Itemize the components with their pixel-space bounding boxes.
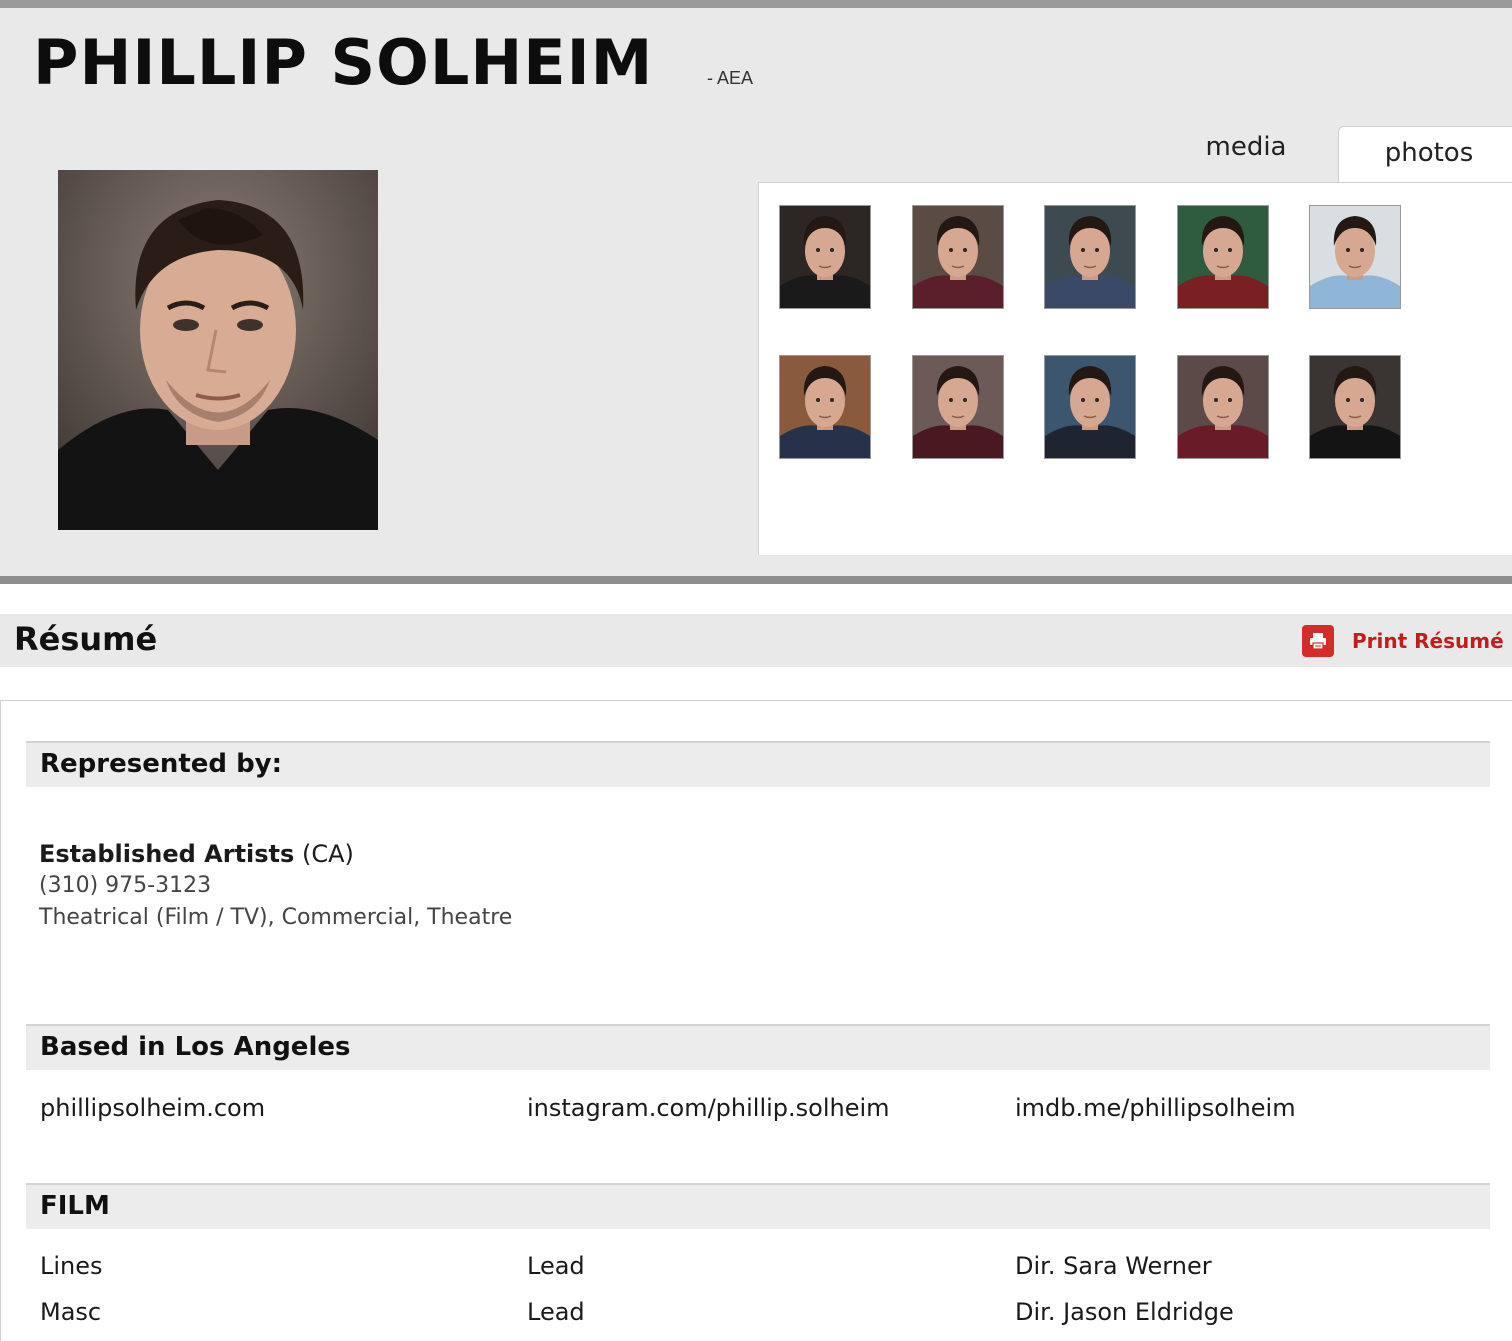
print-resume-label: Print Résumé [1352, 629, 1504, 653]
agency-region: (CA) [301, 840, 354, 868]
photo-thumbnail[interactable] [779, 205, 871, 309]
film-title: Lines [40, 1252, 103, 1280]
film-role: Lead [527, 1252, 585, 1280]
photo-thumbnail[interactable] [1309, 205, 1401, 309]
top-border [0, 0, 1512, 8]
print-resume-button[interactable]: Print Résumé [1302, 624, 1504, 658]
resume-bar [0, 614, 1512, 667]
printer-icon [1302, 625, 1334, 657]
agency-phone[interactable]: (310) 975-3123 [39, 873, 211, 898]
tab-media[interactable]: media [1160, 122, 1332, 178]
section-heading: FILM [40, 1191, 110, 1221]
section-representation: Represented by: [26, 741, 1490, 787]
photo-thumbnail[interactable] [1044, 355, 1136, 459]
primary-headshot[interactable] [58, 170, 378, 530]
film-director: Dir. Sara Werner [1015, 1252, 1212, 1280]
actor-name: PHILLIP SOLHEIM [33, 26, 654, 99]
website-link[interactable]: phillipsolheim.com [40, 1094, 265, 1122]
photo-thumbnail[interactable] [779, 355, 871, 459]
headshot-image [58, 170, 378, 530]
photo-thumbnail[interactable] [911, 355, 1004, 459]
union-affiliation: - AEA [707, 68, 754, 88]
imdb-link[interactable]: imdb.me/phillipsolheim [1015, 1094, 1296, 1122]
photo-gallery [758, 182, 1512, 555]
tab-photos[interactable]: photos [1338, 126, 1512, 185]
resume-title: Résumé [14, 620, 158, 658]
photo-thumbnail[interactable] [1044, 205, 1136, 309]
section-film: FILM [26, 1183, 1490, 1229]
section-heading: Based in Los Angeles [40, 1032, 351, 1062]
section-location: Based in Los Angeles [26, 1024, 1490, 1070]
photo-thumbnail[interactable] [1309, 355, 1401, 459]
instagram-link[interactable]: instagram.com/phillip.solheim [527, 1094, 890, 1122]
photo-thumbnail[interactable] [1176, 355, 1269, 459]
header-divider [0, 576, 1512, 584]
agency-departments: Theatrical (Film / TV), Commercial, Thea… [39, 905, 513, 930]
agency-name: Established Artists [39, 840, 295, 868]
photo-thumbnail[interactable] [911, 205, 1004, 309]
section-heading: Represented by: [40, 749, 283, 779]
resume-panel [0, 700, 1512, 1341]
agency-line: Established Artists (CA) [39, 840, 354, 868]
photo-thumbnail[interactable] [1176, 205, 1269, 309]
